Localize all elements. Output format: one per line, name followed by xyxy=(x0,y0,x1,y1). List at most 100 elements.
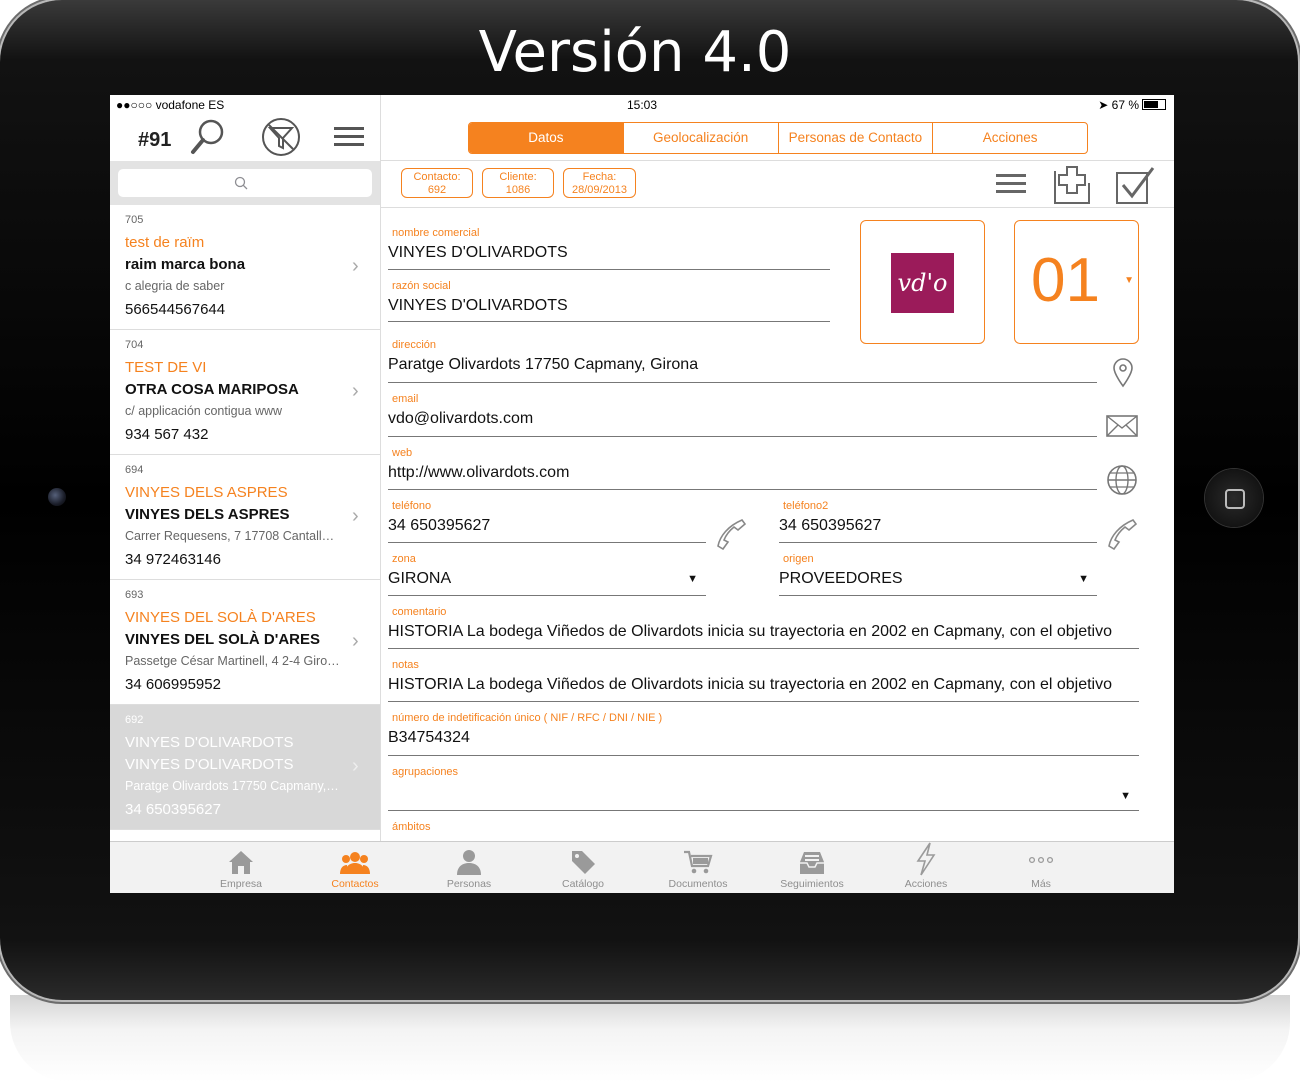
contact-row[interactable]: 705 test de raïm raim marca bona c alegr… xyxy=(110,205,380,330)
contacto-badge: Contacto: 692 xyxy=(401,168,473,198)
tab-label: Más xyxy=(1031,878,1051,890)
field-value: B34754324 xyxy=(388,729,470,746)
field-label: comentario xyxy=(392,606,447,618)
contact-row-selected[interactable]: 692 VINYES D'OLIVARDOTS VINYES D'OLIVARD… xyxy=(110,705,380,830)
contact-row[interactable]: 694 VINYES DELS ASPRES VINYES DELS ASPRE… xyxy=(110,455,380,580)
field-value: vdo@olivardots.com xyxy=(388,410,534,427)
notas-field[interactable]: notas HISTORIA La bodega Viñedos de Oliv… xyxy=(388,659,1139,702)
magnifier-icon xyxy=(234,176,248,190)
tab-catalogo[interactable]: Catálogo xyxy=(526,842,640,893)
search-icon[interactable] xyxy=(188,117,228,157)
nombre-comercial-field[interactable]: nombre comercial VINYES D'OLIVARDOTS xyxy=(388,227,830,270)
more-icon xyxy=(1028,856,1054,864)
contact-id: 694 xyxy=(125,464,144,476)
contact-row[interactable]: 693 VINYES DEL SOLÀ D'ARES VINYES DEL SO… xyxy=(110,580,380,705)
ambitos-select[interactable]: ámbitos xyxy=(388,821,1139,841)
save-check-icon[interactable] xyxy=(1115,165,1157,205)
home-icon xyxy=(229,851,253,874)
agrupaciones-select[interactable]: agrupaciones ▼ xyxy=(388,766,1139,811)
chevron-right-icon: › xyxy=(352,505,359,527)
badge-value: 1086 xyxy=(505,184,531,196)
detail-toolbar: Contacto: 692 Cliente: 1086 Fecha: 28/09… xyxy=(381,161,1174,208)
mail-icon[interactable] xyxy=(1106,415,1138,437)
nif-field[interactable]: número de indetificación único ( NIF / R… xyxy=(388,712,1139,756)
tab-acciones[interactable]: Acciones xyxy=(932,123,1087,153)
origen-select[interactable]: origen PROVEEDORES ▼ xyxy=(779,553,1097,596)
contact-phone: 34 606995952 xyxy=(125,676,221,693)
contact-company: VINYES DEL SOLÀ D'ARES xyxy=(125,631,320,648)
contact-count: #91 xyxy=(138,129,172,151)
field-value: VINYES D'OLIVARDOTS xyxy=(388,244,568,261)
direccion-field[interactable]: dirección Paratge Olivardots 17750 Capma… xyxy=(388,339,1097,383)
contact-company: VINYES D'OLIVARDOTS xyxy=(125,756,294,773)
contact-id: 704 xyxy=(125,339,144,351)
home-button[interactable] xyxy=(1205,469,1263,527)
sequence-selector[interactable]: 01 ▼ xyxy=(1014,220,1139,344)
menu-icon[interactable] xyxy=(330,117,370,157)
camera-icon xyxy=(48,488,66,506)
chevron-right-icon: › xyxy=(352,755,359,777)
app-screen: #91 705 test de raïm raim marca bona c a… xyxy=(110,95,1174,893)
contact-row[interactable]: 704 TEST DE VI OTRA COSA MARIPOSA c/ app… xyxy=(110,330,380,455)
tab-contactos[interactable]: Contactos xyxy=(298,842,412,893)
tab-acciones-bar[interactable]: Acciones xyxy=(869,842,983,893)
web-field[interactable]: web http://www.olivardots.com xyxy=(388,447,1097,490)
contacts-header: #91 xyxy=(110,115,380,161)
contact-name: VINYES DELS ASPRES xyxy=(125,484,288,501)
tab-geolocalizacion[interactable]: Geolocalización xyxy=(622,123,778,153)
tab-label: Acciones xyxy=(904,878,948,890)
field-label: notas xyxy=(392,659,419,671)
badge-label: Cliente: xyxy=(499,171,537,183)
phone-icon[interactable] xyxy=(1105,516,1139,550)
filter-icon[interactable] xyxy=(261,117,301,157)
globe-icon[interactable] xyxy=(1106,464,1138,496)
tab-mas[interactable]: Más xyxy=(984,842,1098,893)
field-label: ámbitos xyxy=(392,821,431,833)
map-pin-icon[interactable] xyxy=(1111,358,1135,388)
add-record-icon[interactable] xyxy=(1053,165,1095,205)
field-label: número de indetificación único ( NIF / R… xyxy=(392,712,663,724)
tab-empresa[interactable]: Empresa xyxy=(184,842,298,893)
tag-icon xyxy=(572,851,595,874)
razon-social-field[interactable]: razón social VINYES D'OLIVARDOTS xyxy=(388,280,830,322)
contact-id: 705 xyxy=(125,214,144,226)
tab-datos[interactable]: Datos xyxy=(469,123,623,153)
dropdown-arrow-icon: ▼ xyxy=(687,573,698,585)
tab-label: Empresa xyxy=(219,878,262,890)
field-value: HISTORIA La bodega Viñedos de Olivardots… xyxy=(388,623,1112,640)
tab-label: Personas xyxy=(446,878,492,890)
telefono2-field[interactable]: teléfono2 34 650395627 xyxy=(779,500,1097,543)
telefono-field[interactable]: teléfono 34 650395627 xyxy=(388,500,706,543)
contact-form: nombre comercial VINYES D'OLIVARDOTS raz… xyxy=(381,208,1174,841)
tab-personas[interactable]: Personas xyxy=(412,842,526,893)
badge-value: 28/09/2013 xyxy=(571,184,628,196)
chevron-right-icon: › xyxy=(352,380,359,402)
comentario-field[interactable]: comentario HISTORIA La bodega Viñedos de… xyxy=(388,606,1139,649)
cart-icon xyxy=(684,850,713,874)
inbox-icon xyxy=(800,852,824,874)
person-icon xyxy=(457,850,481,875)
dropdown-arrow-icon: ▼ xyxy=(1078,573,1089,585)
phone-icon[interactable] xyxy=(714,516,748,550)
field-label: origen xyxy=(783,553,814,565)
logo-box[interactable]: vd'o xyxy=(860,220,985,344)
segmented-control: Datos Geolocalización Personas de Contac… xyxy=(468,122,1088,154)
search-input[interactable] xyxy=(118,169,372,197)
list-menu-icon[interactable] xyxy=(993,165,1029,201)
tab-seguimientos[interactable]: Seguimientos xyxy=(755,842,869,893)
email-field[interactable]: email vdo@olivardots.com xyxy=(388,393,1097,437)
contact-address: Passetge César Martinell, 4 2-4 Girona xyxy=(125,654,340,668)
field-value: Paratge Olivardots 17750 Capmany, Girona xyxy=(388,356,699,373)
zona-select[interactable]: zona GIRONA ▼ xyxy=(388,553,706,596)
dropdown-arrow-icon: ▼ xyxy=(1120,790,1131,802)
contact-list: 705 test de raïm raim marca bona c alegr… xyxy=(110,205,380,845)
tab-personas-contacto[interactable]: Personas de Contacto xyxy=(777,123,933,153)
contact-phone: 934 567 432 xyxy=(125,426,209,443)
contact-id: 692 xyxy=(125,714,144,726)
device-reflection xyxy=(10,995,1290,1082)
chevron-right-icon: › xyxy=(352,630,359,652)
tab-documentos[interactable]: Documentos xyxy=(641,842,755,893)
badge-label: Contacto: xyxy=(413,171,461,183)
dropdown-arrow-icon: ▼ xyxy=(1124,275,1134,286)
contact-address: c/ applicación contigua www xyxy=(125,404,283,418)
